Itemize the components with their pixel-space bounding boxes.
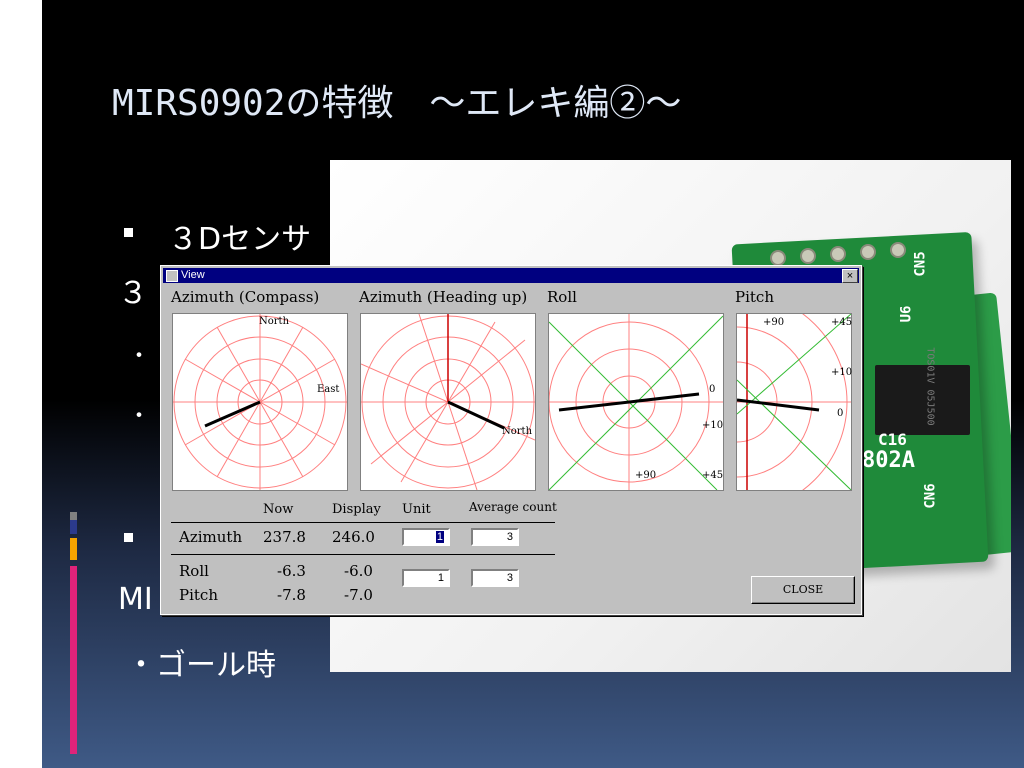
heading-needle (447, 400, 505, 430)
panel-title-azimuth-heading: Azimuth (Heading up) (359, 288, 528, 306)
close-button[interactable]: CLOSE (751, 576, 855, 604)
pcb-label-u6: U6 (898, 305, 915, 323)
label-pitch-plus90: +90 (763, 317, 785, 328)
goal-bullet: ・ゴール時 (126, 648, 276, 683)
roll-pitch-unit-input[interactable]: 1 (402, 569, 450, 587)
azimuth-now: 237.8 (263, 528, 306, 546)
panel-pitch: +90 +45 +10 0 (736, 313, 852, 491)
label-north: North (259, 316, 290, 327)
slide-left-bar (0, 0, 42, 768)
dialog-titlebar[interactable]: View × (163, 268, 859, 283)
slide-title: MIRS0902の特徴 ～エレキ編②～ (112, 83, 682, 124)
pitch-display: -7.0 (344, 586, 373, 604)
view-dialog: View × Azimuth (Compass) Azimuth (Headin… (160, 265, 862, 615)
pcb-pin (860, 244, 876, 260)
label-pitch-0: 0 (837, 408, 844, 419)
azimuth-average-input[interactable]: 3 (471, 528, 519, 546)
header-now: Now (263, 502, 294, 517)
pitch-dial (737, 314, 851, 490)
pcb-label-c16: C16 (878, 430, 907, 449)
header-average-count: Average count (469, 500, 557, 514)
pitch-label: Pitch (179, 586, 218, 604)
table-divider (171, 522, 555, 523)
close-x-button[interactable]: × (842, 269, 858, 283)
compass-dial (173, 314, 347, 490)
sensor-chip: TOS01V 05J500 (875, 347, 970, 435)
panel-title-azimuth-compass: Azimuth (Compass) (171, 288, 320, 306)
panel-title-pitch: Pitch (735, 288, 774, 306)
panel-title-roll: Roll (547, 288, 577, 306)
pcb-pin (890, 242, 906, 258)
bullet-square (124, 228, 133, 237)
pitch-now: -7.8 (277, 586, 306, 604)
sub-bullet-dot: ・ (128, 344, 151, 369)
header-display: Display (332, 502, 381, 517)
label-north: North (502, 426, 533, 437)
label-roll-plus90: +90 (635, 470, 657, 481)
azimuth-unit-input[interactable]: 1 (402, 528, 450, 546)
roll-dial (549, 314, 723, 490)
heading-dial (361, 314, 535, 490)
accent-strip-blue (70, 520, 77, 534)
bullet-square (124, 533, 133, 542)
sub-bullet-dot: ・ (128, 404, 151, 429)
pcb-pin (770, 250, 786, 266)
label-roll-plus10: +10 (702, 420, 724, 431)
roll-pitch-average-input[interactable]: 3 (471, 569, 519, 587)
decor-lines (62, 86, 82, 124)
roll-label: Roll (179, 562, 209, 580)
pcb-pin (800, 248, 816, 264)
pcb-label-board: 802A (862, 448, 915, 473)
azimuth-display: 246.0 (332, 528, 375, 546)
accent-strip-orange (70, 538, 77, 560)
pcb-label-cn5: CN5 (912, 251, 929, 277)
panel-roll: 0 +10 +90 +45 (548, 313, 724, 491)
panel-azimuth-compass: North East (172, 313, 348, 491)
table-divider (171, 554, 555, 555)
roll-now: -6.3 (277, 562, 306, 580)
label-roll-plus45: +45 (702, 470, 724, 481)
window-icon (166, 270, 178, 282)
pcb-pin (830, 246, 846, 262)
pcb-label-cn6: CN6 (922, 483, 939, 509)
dialog-title: View (181, 269, 205, 281)
label-pitch-plus10: +10 (831, 367, 853, 378)
header-unit: Unit (402, 502, 431, 517)
azimuth-label: Azimuth (179, 528, 243, 546)
label-roll-0: 0 (709, 384, 716, 395)
line-mi: MI (118, 582, 153, 617)
roll-display: -6.0 (344, 562, 373, 580)
label-east: East (317, 384, 340, 395)
panel-azimuth-heading: North (360, 313, 536, 491)
line-3: ３ (118, 276, 148, 311)
accent-strip-pink (70, 566, 77, 754)
label-pitch-plus45: +45 (831, 317, 853, 328)
bullet-3d-sensor: ３Dセンサ (168, 222, 312, 257)
